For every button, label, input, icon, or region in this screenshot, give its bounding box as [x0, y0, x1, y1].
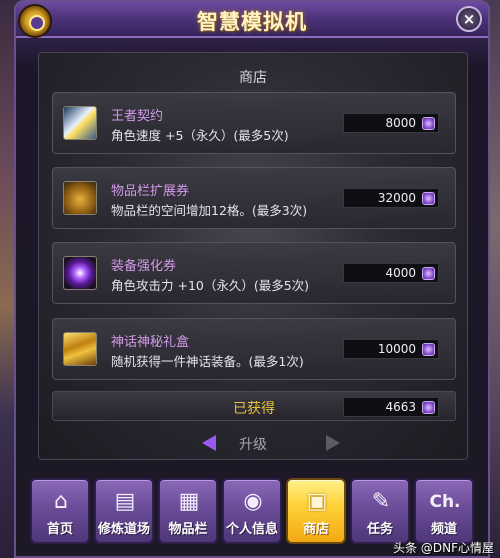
item-name: 神话神秘礼盒	[111, 335, 190, 350]
arrow-right-icon[interactable]	[326, 435, 340, 451]
shop-panel: 商店 王者契约 角色速度 +5（永久）(最多5次) 8000 物品栏扩展券 物品…	[38, 52, 468, 460]
simulator-window: 智慧模拟机 × 商店 王者契约 角色速度 +5（永久）(最多5次) 8000 物…	[14, 0, 490, 558]
title-bar: 智慧模拟机 ×	[16, 2, 488, 38]
contract-icon	[63, 106, 97, 140]
obtained-value: 4663	[385, 400, 416, 414]
coin-icon	[422, 343, 435, 356]
tab-label: 商店	[302, 522, 329, 537]
coin-icon	[422, 267, 435, 280]
shop-title: 商店	[239, 70, 267, 86]
tab-label: 物品栏	[168, 522, 208, 537]
item-price: 8000	[385, 116, 416, 130]
item-name: 王者契约	[111, 109, 164, 124]
coin-icon	[422, 401, 435, 414]
close-button[interactable]: ×	[456, 6, 482, 32]
upgrade-row: 升级	[39, 433, 467, 453]
obtained-box: 4663	[343, 397, 439, 417]
price-box: 4000	[343, 263, 439, 283]
tab-label: 个人信息	[225, 522, 278, 537]
shop-item-mythic-box[interactable]: 神话神秘礼盒 随机获得一件神话装备。(最多1次) 10000	[52, 318, 456, 380]
price-box: 8000	[343, 113, 439, 133]
item-desc: 物品栏的空间增加12格。(最多3次)	[111, 203, 308, 218]
tab-label: 频道	[430, 522, 457, 537]
item-name: 物品栏扩展券	[111, 184, 190, 199]
enhance-icon	[63, 256, 97, 290]
dojo-icon: ▤	[114, 489, 136, 514]
tab-channel[interactable]: Ch. 频道	[414, 478, 474, 544]
quest-scroll-icon: ✎	[371, 489, 391, 514]
tab-shop[interactable]: ▣ 商店	[286, 478, 346, 544]
inventory-icon: ▦	[178, 489, 200, 514]
shop-icon: ▣	[306, 489, 328, 514]
obtained-row: 已获得 4663	[52, 391, 456, 421]
item-price: 32000	[377, 191, 416, 205]
tab-label: 修炼道场	[97, 522, 150, 537]
tab-home[interactable]: ⌂ 首页	[30, 478, 90, 544]
shop-item-inventory-expansion[interactable]: 物品栏扩展券 物品栏的空间增加12格。(最多3次) 32000	[52, 167, 456, 229]
tab-dojo[interactable]: ▤ 修炼道场	[94, 478, 154, 544]
tab-inventory[interactable]: ▦ 物品栏	[158, 478, 218, 544]
shop-item-king-contract[interactable]: 王者契约 角色速度 +5（永久）(最多5次) 8000	[52, 92, 456, 154]
tab-label: 任务	[366, 522, 393, 537]
tab-quest[interactable]: ✎ 任务	[350, 478, 410, 544]
shop-item-enhance-ticket[interactable]: 装备强化券 角色攻击力 +10（永久）(最多5次) 4000	[52, 242, 456, 304]
item-desc: 随机获得一件神话装备。(最多1次)	[111, 354, 304, 369]
channel-icon: Ch.	[429, 492, 461, 512]
profile-icon: ◉	[243, 489, 263, 514]
gift-box-icon	[63, 332, 97, 366]
item-desc: 角色速度 +5（永久）(最多5次)	[111, 128, 289, 143]
tab-label: 首页	[46, 522, 73, 537]
item-price: 4000	[385, 266, 416, 280]
item-name: 装备强化券	[111, 259, 177, 274]
watermark: 头条 @DNF心情屋	[393, 541, 494, 555]
upgrade-label: 升级	[239, 437, 267, 453]
price-box: 10000	[343, 339, 439, 359]
bag-icon	[63, 181, 97, 215]
tab-profile[interactable]: ◉ 个人信息	[222, 478, 282, 544]
window-title: 智慧模拟机	[197, 9, 307, 34]
home-icon: ⌂	[54, 489, 68, 514]
coin-icon	[422, 117, 435, 130]
coin-icon	[422, 192, 435, 205]
item-desc: 角色攻击力 +10（永久）(最多5次)	[111, 278, 310, 293]
item-price: 10000	[377, 342, 416, 356]
price-box: 32000	[343, 188, 439, 208]
